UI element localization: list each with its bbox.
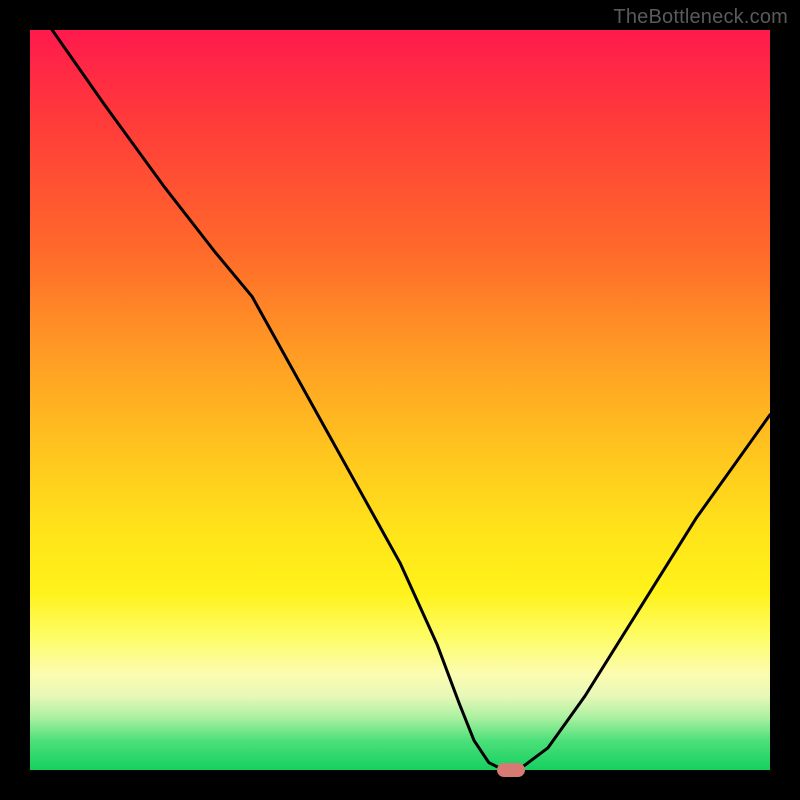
plot-area bbox=[30, 30, 770, 770]
optimum-marker bbox=[497, 763, 525, 777]
chart-frame: TheBottleneck.com bbox=[0, 0, 800, 800]
curve-path bbox=[52, 30, 770, 770]
attribution-text: TheBottleneck.com bbox=[613, 6, 788, 29]
bottleneck-curve bbox=[30, 30, 770, 770]
